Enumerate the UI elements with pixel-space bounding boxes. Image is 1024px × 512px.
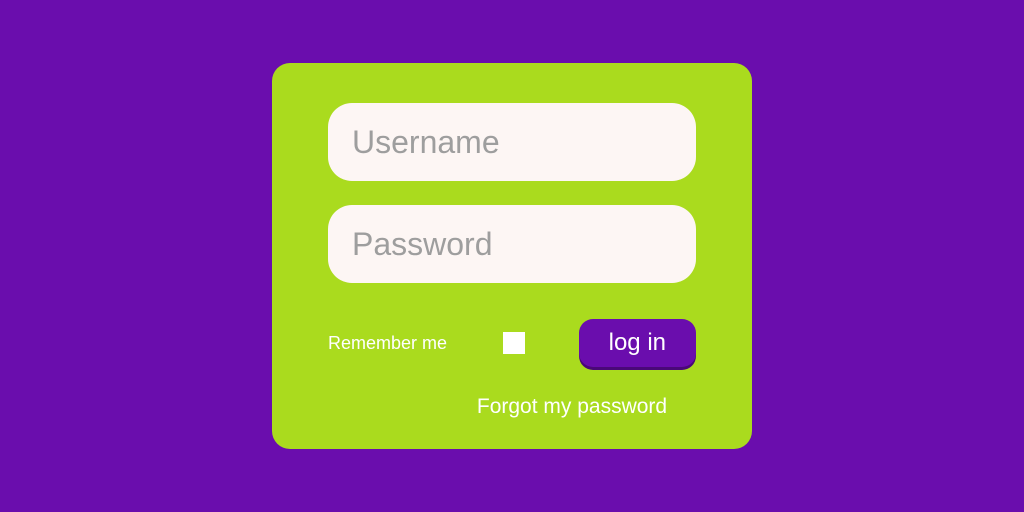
login-button[interactable]: log in — [579, 319, 696, 367]
remember-me-checkbox[interactable] — [503, 332, 525, 354]
forgot-password-link[interactable]: Forgot my password — [477, 395, 667, 419]
password-input[interactable] — [328, 205, 696, 283]
login-card: Remember me log in Forgot my password — [272, 63, 752, 449]
options-row: Remember me log in — [328, 319, 696, 367]
remember-me-label: Remember me — [328, 333, 447, 354]
remember-wrap: Remember me — [328, 332, 525, 354]
username-input[interactable] — [328, 103, 696, 181]
